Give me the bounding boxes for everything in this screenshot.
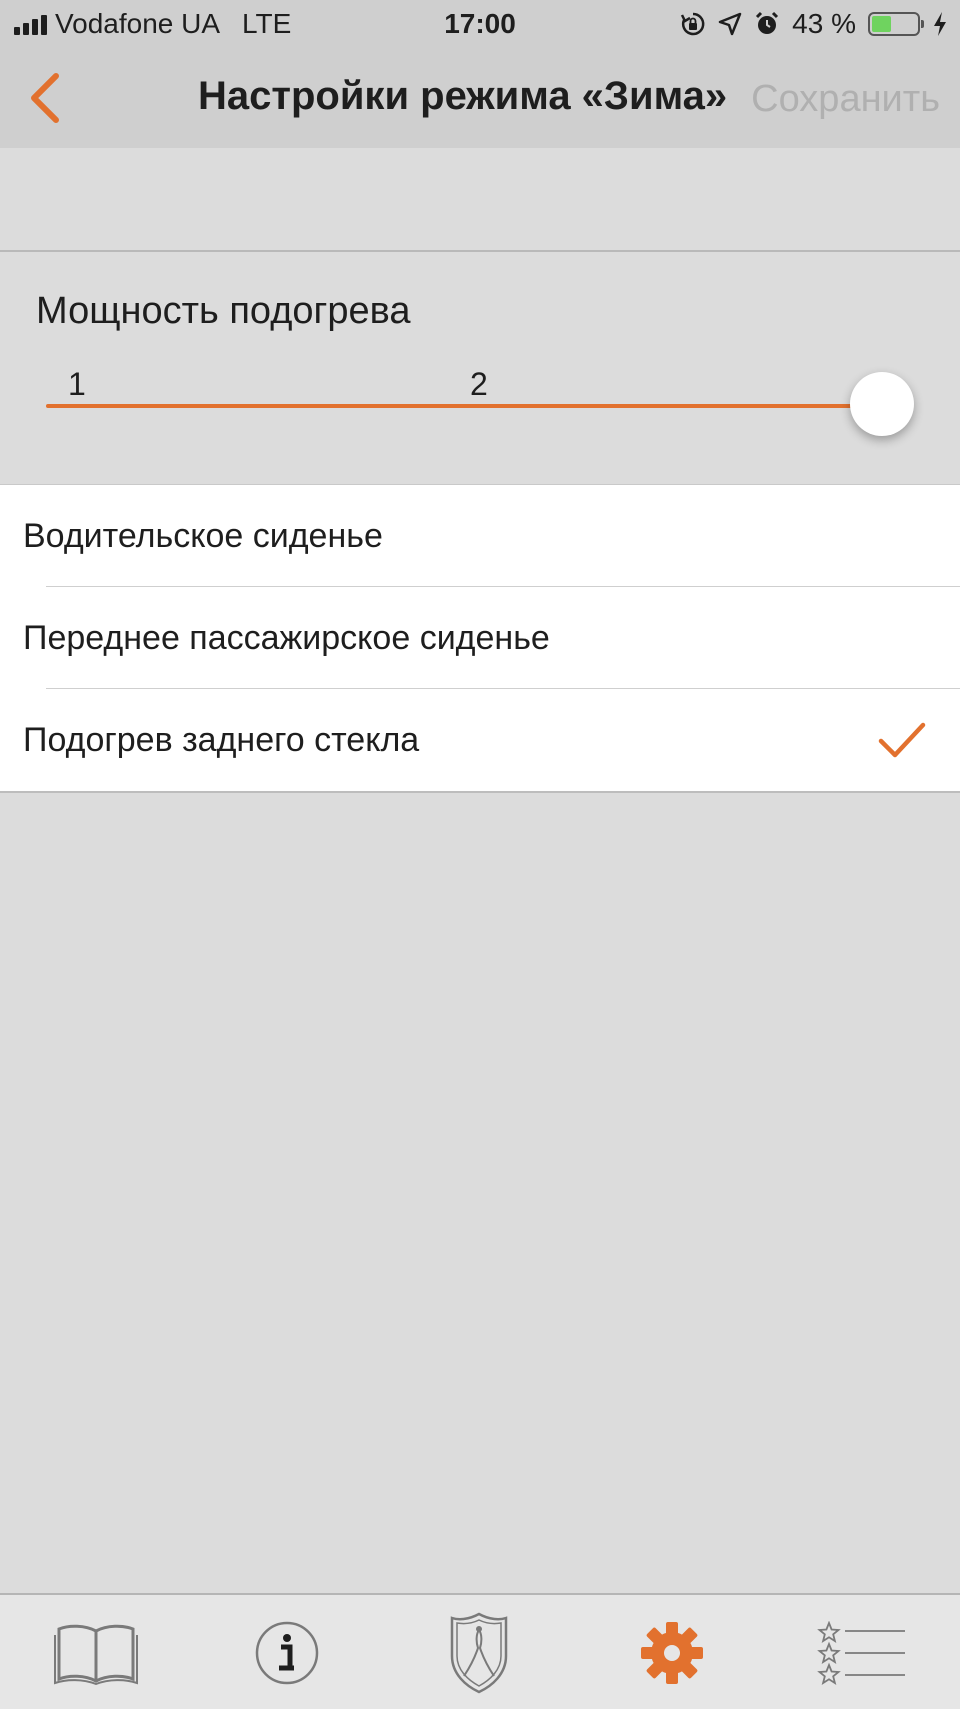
tab-bar xyxy=(0,1593,960,1709)
location-icon xyxy=(718,12,742,36)
heating-power-slider-track[interactable] xyxy=(46,404,882,408)
list-item-label: Переднее пассажирское сиденье xyxy=(23,619,550,657)
option-rear-window-heating[interactable]: Подогрев заднего стекла xyxy=(0,689,960,791)
option-driver-seat[interactable]: Водительское сиденье xyxy=(0,485,960,587)
tab-info[interactable] xyxy=(237,1613,337,1693)
battery-level xyxy=(872,16,891,32)
alarm-icon xyxy=(756,11,779,34)
slider-tick-1: 1 xyxy=(68,366,86,402)
navigation-bar: Настройки режима «Зима» Сохранить xyxy=(0,48,960,148)
heating-power-slider-thumb[interactable] xyxy=(850,372,914,436)
brand-emblem-icon xyxy=(450,1612,508,1694)
gear-icon xyxy=(641,1622,703,1684)
status-right: 43 % xyxy=(680,8,948,40)
battery-percent: 43 % xyxy=(792,8,856,39)
page-title: Настройки режима «Зима» xyxy=(198,74,728,118)
rotation-lock-icon xyxy=(681,12,705,36)
section-divider xyxy=(0,250,960,252)
status-bar: Vodafone UA LTE 17:00 43 % xyxy=(0,0,960,48)
option-front-passenger-seat[interactable]: Переднее пассажирское сиденье xyxy=(0,587,960,689)
star-list-icon xyxy=(817,1621,905,1685)
tab-settings[interactable] xyxy=(622,1613,722,1693)
book-icon xyxy=(54,1624,138,1685)
slider-tick-2: 2 xyxy=(470,366,488,402)
checkmark-icon xyxy=(878,722,926,758)
heating-options-list: Водительское сиденье Переднее пассажирск… xyxy=(0,484,960,793)
save-button[interactable]: Сохранить xyxy=(751,78,940,121)
tab-favorites[interactable] xyxy=(812,1613,912,1693)
battery-icon xyxy=(868,12,924,36)
tab-manual[interactable] xyxy=(46,1613,146,1693)
chevron-left-icon[interactable] xyxy=(26,70,66,126)
heating-power-label: Мощность подогрева xyxy=(36,290,411,332)
charging-icon xyxy=(934,12,946,36)
info-icon xyxy=(255,1621,319,1685)
list-item-label: Подогрев заднего стекла xyxy=(23,721,420,759)
tab-home[interactable] xyxy=(429,1612,529,1694)
list-item-label: Водительское сиденье xyxy=(23,517,383,555)
